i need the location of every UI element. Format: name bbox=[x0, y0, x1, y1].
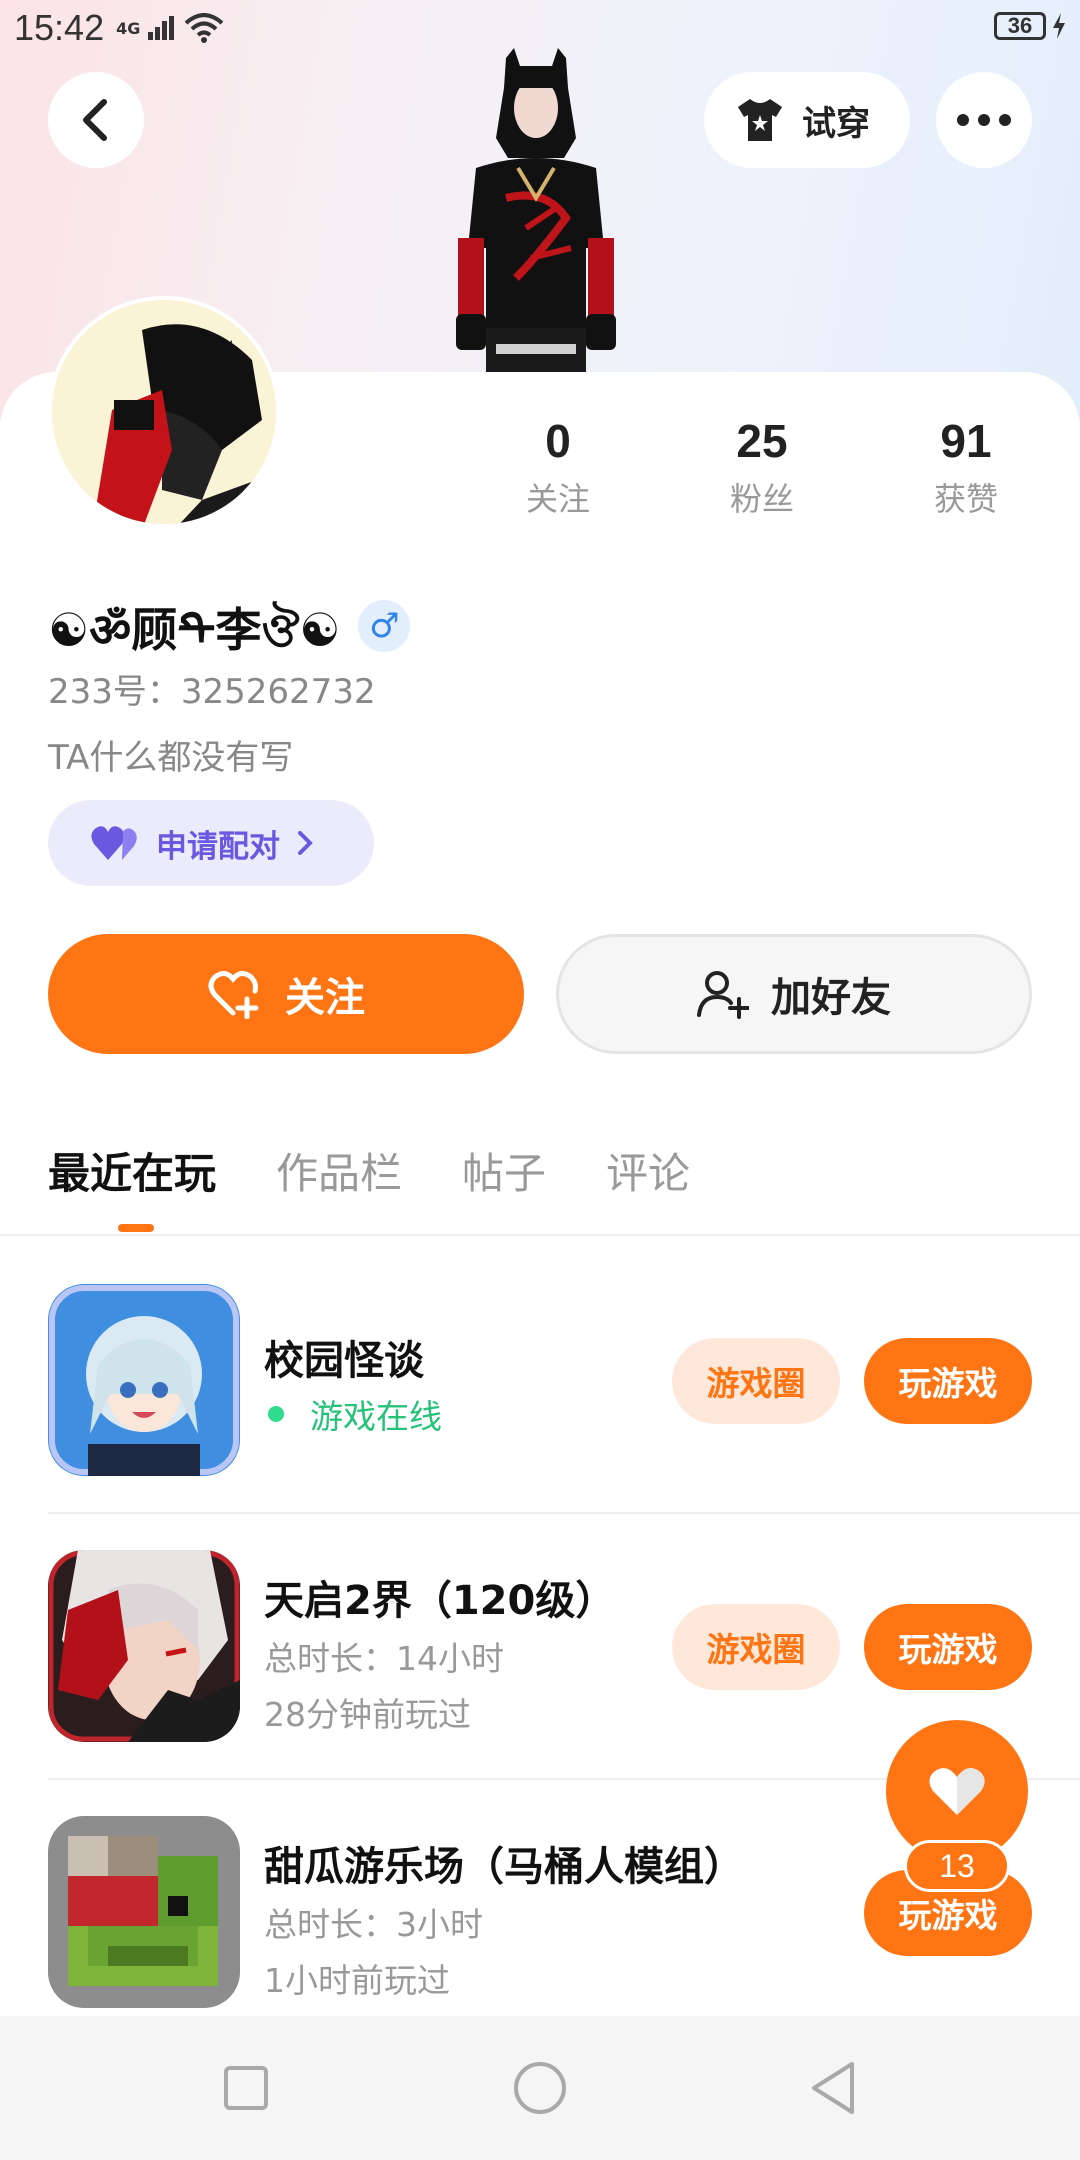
battery-level: 36 bbox=[994, 12, 1046, 40]
more-dots-icon bbox=[957, 114, 1011, 126]
apply-pair-button[interactable]: 申请配对 bbox=[48, 800, 374, 886]
game-circle-button[interactable]: 游戏圈 bbox=[672, 1604, 840, 1690]
stat-label: 关注 bbox=[525, 480, 590, 518]
avatar[interactable] bbox=[48, 296, 280, 528]
game-title: 甜瓜游乐场（马桶人模组） bbox=[264, 1844, 744, 1890]
tab-indicator bbox=[118, 1224, 154, 1232]
chevron-right-icon bbox=[298, 831, 313, 855]
game-circle-button[interactable]: 游戏圈 bbox=[672, 1338, 840, 1424]
add-person-icon bbox=[697, 971, 749, 1019]
tab-posts[interactable]: 帖子 bbox=[462, 1140, 546, 1201]
wifi-icon bbox=[185, 13, 224, 43]
online-label: 游戏在线 bbox=[310, 1397, 442, 1436]
back-nav-icon[interactable] bbox=[804, 2058, 864, 2118]
try-on-label: 试穿 bbox=[802, 103, 870, 144]
tshirt-icon bbox=[738, 99, 782, 141]
game-duration: 总时长：14小时 bbox=[264, 1639, 504, 1678]
add-friend-label: 加好友 bbox=[771, 975, 891, 1021]
more-button[interactable] bbox=[936, 72, 1032, 168]
game-last-played: 1小时前玩过 bbox=[264, 1961, 450, 2000]
recent-apps-icon[interactable] bbox=[216, 2058, 276, 2118]
game-last-played: 28分钟前玩过 bbox=[264, 1695, 471, 1734]
stat-likes[interactable]: 91 获赞 bbox=[886, 414, 1046, 520]
battery-indicator: 36 bbox=[994, 12, 1066, 40]
play-game-button[interactable]: 玩游戏 bbox=[864, 1338, 1032, 1424]
tab-comments[interactable]: 评论 bbox=[606, 1140, 690, 1201]
online-dot-icon bbox=[268, 1406, 284, 1422]
divider bbox=[48, 1512, 1080, 1514]
play-game-button[interactable]: 玩游戏 bbox=[864, 1604, 1032, 1690]
chevron-left-icon bbox=[83, 99, 107, 141]
game-icon[interactable] bbox=[48, 1284, 240, 1476]
pair-label: 申请配对 bbox=[156, 828, 280, 865]
user-bio: TA什么都没有写 bbox=[48, 738, 294, 778]
character-avatar-figure[interactable] bbox=[436, 48, 636, 374]
profile-tabs: 最近在玩 作品栏 帖子 评论 bbox=[48, 1140, 690, 1201]
stat-followers[interactable]: 25 粉丝 bbox=[682, 414, 842, 520]
charging-icon bbox=[1053, 13, 1065, 39]
tab-recent-play[interactable]: 最近在玩 bbox=[48, 1140, 216, 1201]
system-navigation-bar bbox=[0, 2016, 1080, 2160]
nickname: ☯ॐ顾ᡨ李ঔ☯ bbox=[48, 603, 341, 657]
follow-label: 关注 bbox=[285, 975, 365, 1021]
avatar-image-icon bbox=[52, 300, 276, 524]
stat-value: 0 bbox=[545, 415, 571, 467]
status-time: 15:42 bbox=[14, 7, 105, 48]
stat-label: 粉丝 bbox=[729, 480, 794, 518]
heart-plus-icon bbox=[208, 971, 259, 1019]
network-label: 4G bbox=[116, 18, 141, 38]
user-id: 233号：325262732 bbox=[48, 672, 376, 712]
try-on-button[interactable]: 试穿 bbox=[704, 72, 910, 168]
stat-following[interactable]: 0 关注 bbox=[478, 414, 638, 520]
stat-label: 获赞 bbox=[933, 480, 998, 518]
follow-button[interactable]: 关注 bbox=[48, 934, 524, 1054]
game-online-status: 游戏在线 bbox=[264, 1390, 442, 1438]
game-duration: 总时长：3小时 bbox=[264, 1905, 483, 1944]
game-title: 校园怪谈 bbox=[264, 1338, 424, 1384]
melon-game-icon bbox=[48, 1816, 240, 2008]
stat-value: 25 bbox=[736, 415, 788, 467]
like-count-badge: 13 bbox=[904, 1840, 1010, 1892]
tab-works[interactable]: 作品栏 bbox=[276, 1140, 402, 1201]
anime-girl-game-icon bbox=[48, 1284, 240, 1476]
add-friend-button[interactable]: 加好友 bbox=[556, 934, 1032, 1054]
home-icon[interactable] bbox=[510, 2058, 570, 2118]
game-icon[interactable] bbox=[48, 1816, 240, 2008]
game-title: 天启2界（120级） bbox=[264, 1578, 616, 1624]
cellular-signal-icon bbox=[148, 16, 175, 40]
nickname-row: ☯ॐ顾ᡨ李ঔ☯ ♂ bbox=[48, 580, 411, 672]
stat-value: 91 bbox=[940, 415, 992, 467]
back-button[interactable] bbox=[48, 72, 144, 168]
male-gender-icon: ♂ bbox=[358, 600, 411, 652]
double-heart-icon bbox=[91, 826, 137, 860]
signal-icons: 4G bbox=[116, 13, 224, 43]
warrior-game-icon bbox=[48, 1550, 240, 1742]
game-list-item[interactable]: 校园怪谈 游戏在线 游戏圈 玩游戏 bbox=[0, 1284, 1080, 1550]
divider bbox=[0, 1234, 1080, 1236]
heart-icon bbox=[929, 1768, 985, 1815]
game-icon[interactable] bbox=[48, 1550, 240, 1742]
